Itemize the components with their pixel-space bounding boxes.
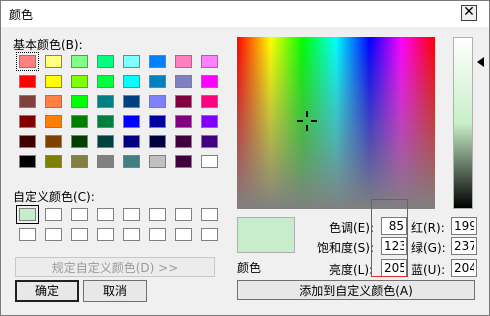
basic-color-swatch[interactable] <box>149 55 166 68</box>
saturation-label: 饱和度(S): <box>317 241 375 255</box>
custom-color-swatch[interactable] <box>16 205 39 224</box>
green-label: 绿(G): <box>411 241 446 255</box>
basic-color-swatch[interactable] <box>175 75 192 88</box>
basic-color-swatch[interactable] <box>175 135 192 148</box>
basic-color-swatch[interactable] <box>175 95 192 108</box>
basic-color-swatch[interactable] <box>201 75 218 88</box>
basic-color-swatch[interactable] <box>71 115 88 128</box>
custom-color-swatch[interactable] <box>201 208 218 221</box>
basic-color-swatch[interactable] <box>201 115 218 128</box>
color-spectrum[interactable] <box>237 37 435 209</box>
basic-color-swatch[interactable] <box>201 155 218 168</box>
basic-color-swatch[interactable] <box>19 135 36 148</box>
basic-color-swatch[interactable] <box>19 115 36 128</box>
preview-label: 颜色 <box>237 261 262 275</box>
close-icon: ✕ <box>463 4 475 20</box>
basic-color-swatch[interactable] <box>97 135 114 148</box>
custom-color-swatch[interactable] <box>97 208 114 221</box>
add-to-custom-colors-button[interactable]: 添加到自定义颜色(A) <box>237 280 475 300</box>
custom-color-swatch[interactable] <box>201 228 218 241</box>
basic-color-swatch[interactable] <box>45 135 62 148</box>
annotation-highlight <box>371 199 408 277</box>
basic-color-swatch[interactable] <box>45 75 62 88</box>
blue-label: 蓝(U): <box>411 263 446 277</box>
custom-color-swatch[interactable] <box>123 228 140 241</box>
basic-color-swatch[interactable] <box>175 155 192 168</box>
basic-color-swatch[interactable] <box>201 55 218 68</box>
green-input[interactable] <box>451 237 477 255</box>
basic-color-swatch[interactable] <box>175 55 192 68</box>
custom-color-swatch[interactable] <box>175 208 192 221</box>
basic-color-swatch[interactable] <box>201 95 218 108</box>
basic-color-swatch[interactable] <box>45 95 62 108</box>
basic-color-swatch[interactable] <box>123 135 140 148</box>
title-bar: 颜色 ✕ <box>1 1 489 27</box>
basic-color-swatch[interactable] <box>149 135 166 148</box>
basic-colors-label: 基本颜色(B): <box>13 38 83 52</box>
basic-color-swatch[interactable] <box>97 75 114 88</box>
basic-color-swatch[interactable] <box>149 155 166 168</box>
basic-color-swatch[interactable] <box>123 55 140 68</box>
basic-color-swatch[interactable] <box>71 95 88 108</box>
luminance-label: 亮度(L): <box>329 263 374 277</box>
basic-color-swatch[interactable] <box>71 135 88 148</box>
define-custom-colors-button[interactable]: 规定自定义颜色(D) >> <box>15 257 215 277</box>
custom-color-swatch[interactable] <box>175 228 192 241</box>
basic-color-swatch[interactable] <box>71 75 88 88</box>
custom-colors-label: 自定义颜色(C): <box>13 190 95 204</box>
ok-button[interactable]: 确定 <box>15 280 79 302</box>
basic-color-swatch[interactable] <box>97 55 114 68</box>
window-title: 颜色 <box>9 8 34 22</box>
custom-color-swatch[interactable] <box>71 208 88 221</box>
basic-color-swatch[interactable] <box>149 115 166 128</box>
basic-color-swatch[interactable] <box>201 135 218 148</box>
basic-color-swatch[interactable] <box>16 52 39 71</box>
basic-color-swatch[interactable] <box>71 155 88 168</box>
custom-color-swatch[interactable] <box>45 228 62 241</box>
basic-color-swatch[interactable] <box>45 155 62 168</box>
basic-color-swatch[interactable] <box>123 75 140 88</box>
basic-color-swatch[interactable] <box>123 115 140 128</box>
basic-color-swatch[interactable] <box>123 155 140 168</box>
custom-color-swatch[interactable] <box>97 228 114 241</box>
basic-color-swatch[interactable] <box>45 115 62 128</box>
basic-color-swatch[interactable] <box>97 155 114 168</box>
basic-color-swatch[interactable] <box>149 95 166 108</box>
basic-color-swatch[interactable] <box>19 75 36 88</box>
color-preview <box>237 217 295 253</box>
custom-color-swatch[interactable] <box>19 228 36 241</box>
basic-color-swatch[interactable] <box>45 55 62 68</box>
custom-color-swatch[interactable] <box>149 228 166 241</box>
basic-color-swatch[interactable] <box>71 55 88 68</box>
red-input[interactable] <box>451 217 477 235</box>
custom-color-swatch[interactable] <box>71 228 88 241</box>
basic-color-swatch[interactable] <box>149 75 166 88</box>
basic-color-swatch[interactable] <box>97 95 114 108</box>
color-dialog: 颜色 ✕ 基本颜色(B): 自定义颜色(C): 规定自定义颜色(D) >> 确定… <box>0 0 490 316</box>
cancel-button[interactable]: 取消 <box>83 280 147 302</box>
custom-color-swatch[interactable] <box>149 208 166 221</box>
basic-color-swatch[interactable] <box>175 115 192 128</box>
close-button[interactable]: ✕ <box>461 5 477 21</box>
basic-color-swatch[interactable] <box>97 115 114 128</box>
luminance-arrow-icon[interactable] <box>477 57 484 67</box>
custom-color-swatch[interactable] <box>45 208 62 221</box>
hue-label: 色调(E): <box>329 221 374 235</box>
red-label: 红(R): <box>411 221 445 235</box>
luminance-slider[interactable] <box>453 37 473 209</box>
basic-color-swatch[interactable] <box>123 95 140 108</box>
basic-color-swatch[interactable] <box>19 95 36 108</box>
blue-input[interactable] <box>451 259 477 277</box>
custom-color-swatch[interactable] <box>123 208 140 221</box>
basic-color-swatch[interactable] <box>19 155 36 168</box>
